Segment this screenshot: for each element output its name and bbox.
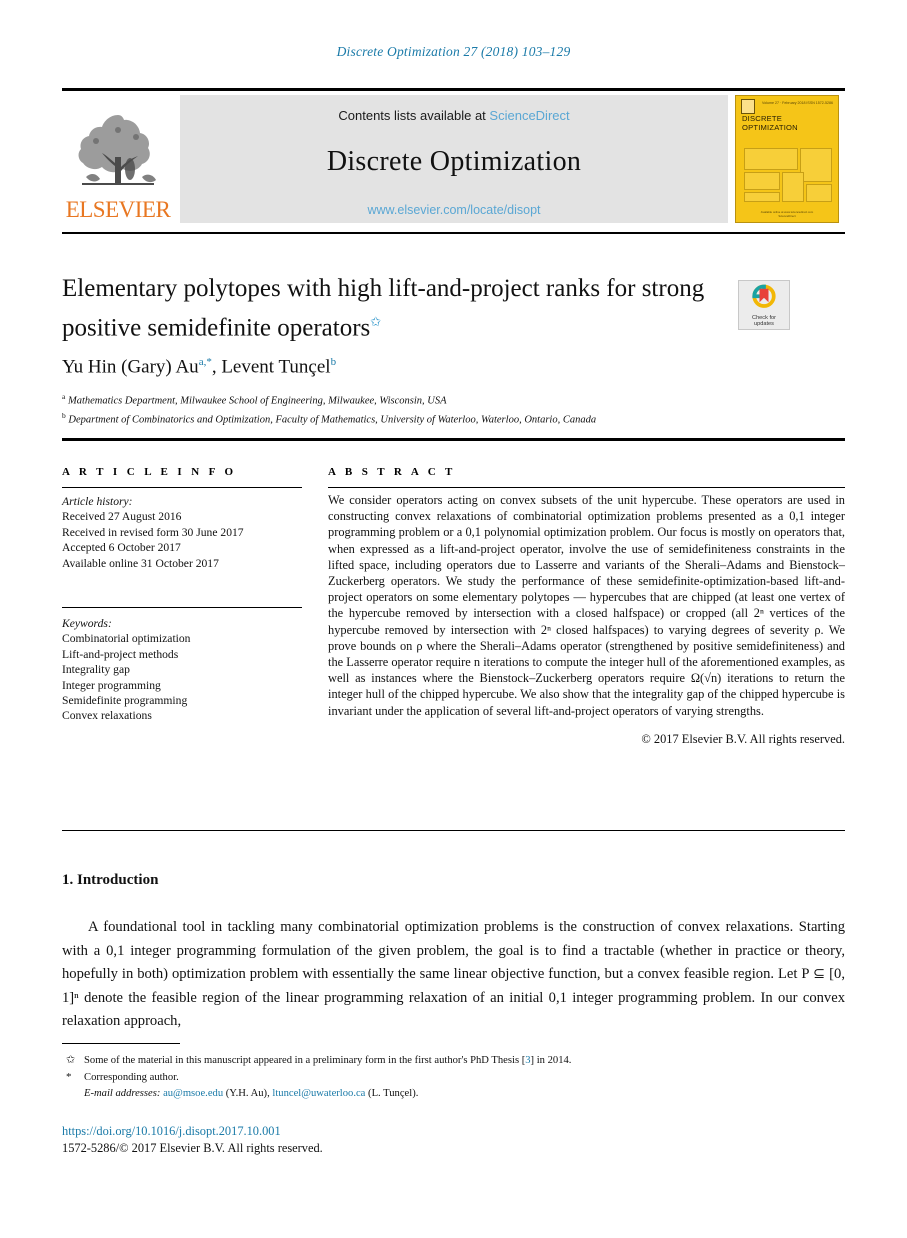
author-list: Yu Hin (Gary) Aua,*, Levent Tunçelb <box>62 356 336 378</box>
keywords-label: Keywords: <box>62 617 112 630</box>
author-1-affil-mark: a,* <box>198 356 212 368</box>
abstract-bottom-rule <box>62 830 845 831</box>
abstract-text: We consider operators acting on convex s… <box>328 493 845 718</box>
keywords-block: Keywords: Combinatorial optimization Lif… <box>62 616 302 724</box>
abstract-copyright: © 2017 Elsevier B.V. All rights reserved… <box>641 731 845 746</box>
footnote-star: ✩ Some of the material in this manuscript… <box>62 1053 845 1070</box>
history-received: Received 27 August 2016 <box>62 510 182 524</box>
doi-link[interactable]: https://doi.org/10.1016/j.disopt.2017.10… <box>62 1124 281 1139</box>
keyword-item: Convex relaxations <box>62 709 152 723</box>
sciencedirect-link[interactable]: ScienceDirect <box>489 108 569 123</box>
contents-available-line: Contents lists available at ScienceDirec… <box>180 108 728 123</box>
email-owner-au: (Y.H. Au), <box>225 1088 270 1099</box>
footnote-separator-rule <box>62 1043 180 1044</box>
keyword-item: Integrality gap <box>62 663 130 677</box>
section-heading-introduction: 1. Introduction <box>62 872 159 888</box>
crossmark-badge[interactable]: Check for updates <box>738 280 790 330</box>
affiliation-a: a Mathematics Department, Milwaukee Scho… <box>62 390 762 409</box>
article-history-block: Article history: Received 27 August 2016… <box>62 494 302 571</box>
cover-top-strip: Volume 27 · February 2018 ISSN 1572-5286 <box>736 96 838 114</box>
cover-issn-line: ISSN 1572-5286 <box>806 101 833 105</box>
history-revised: Received in revised form 30 June 2017 <box>62 525 244 539</box>
keyword-item: Integer programming <box>62 678 161 692</box>
cover-elsevier-mark <box>741 99 755 114</box>
affiliation-b-text: Department of Combinatorics and Optimiza… <box>68 414 597 425</box>
footnote-star-text-after: ] in 2014. <box>530 1055 572 1066</box>
abstract-block: We consider operators acting on convex s… <box>328 492 845 747</box>
keyword-item: Semidefinite programming <box>62 694 188 708</box>
contents-prefix-label: Contents lists available at <box>338 108 486 123</box>
email-link-tuncel[interactable]: ltuncel@uwaterloo.ca <box>272 1088 365 1099</box>
affiliation-b-mark: b <box>62 410 66 420</box>
keywords-top-rule <box>62 607 302 608</box>
corresponding-author-text: Corresponding author. <box>84 1071 179 1083</box>
email-link-au[interactable]: au@msoe.edu <box>163 1088 223 1099</box>
masthead-bottom-rule <box>62 232 845 234</box>
history-accepted: Accepted 6 October 2017 <box>62 541 181 555</box>
affiliation-a-mark: a <box>62 392 66 401</box>
masthead-top-rule <box>62 88 845 91</box>
cover-title-line-1: DISCRETE <box>742 114 782 123</box>
affiliation-list: a Mathematics Department, Milwaukee Scho… <box>62 390 762 427</box>
elsevier-tree-icon <box>78 115 156 185</box>
footnote-corresponding-author: * Corresponding author. <box>62 1070 845 1087</box>
cover-title-line-2: OPTIMIZATION <box>742 123 798 132</box>
introduction-paragraph: A foundational tool in tackling many com… <box>62 919 845 1029</box>
history-available-online: Available online 31 October 2017 <box>62 556 219 570</box>
footnote-block: ✩ Some of the material in this manuscript… <box>62 1053 845 1103</box>
footnote-star-marker: ✩ <box>66 1054 76 1066</box>
journal-title: Discrete Optimization <box>326 146 582 177</box>
email-addresses-label: E-mail addresses: <box>84 1088 161 1099</box>
keyword-item: Lift-and-project methods <box>62 647 179 661</box>
cover-footer: Available online at www.sciencedirect.co… <box>736 210 838 218</box>
affiliation-b: b Department of Combinatorics and Optimi… <box>62 409 762 428</box>
footnote-star-text-before: Some of the material in this manuscript … <box>84 1055 526 1066</box>
keyword-item: Combinatorial optimization <box>62 632 191 646</box>
running-head: Discrete Optimization 27 (2018) 103–129 <box>336 44 571 59</box>
issn-copyright-line: 1572-5286/© 2017 Elsevier B.V. All right… <box>62 1141 323 1155</box>
sciencedirect-banner: Contents lists available at ScienceDirec… <box>180 95 728 223</box>
cover-footer-line-2: ScienceDirect <box>778 214 796 218</box>
footnote-asterisk-marker: * <box>66 1070 72 1083</box>
email-owner-tuncel: (L. Tunçel). <box>368 1088 419 1099</box>
info-section-top-rule <box>62 438 845 441</box>
article-history-label: Article history: <box>62 495 133 508</box>
article-first-page: Discrete Optimization 27 (2018) 103–129 <box>0 0 907 1238</box>
author-separator[interactable]: , Levent Tunçel <box>212 356 331 377</box>
crossmark-icon <box>752 284 776 308</box>
cover-artwork <box>744 148 832 202</box>
page-title: Elementary polytopes with high lift-and-… <box>62 272 722 344</box>
abstract-rule <box>328 487 845 488</box>
author-name-1[interactable]: Yu Hin (Gary) Au <box>62 356 199 377</box>
author-2-affil-mark: b <box>330 356 337 368</box>
cover-volume-line: Volume 27 · February 2018 <box>762 101 806 105</box>
journal-masthead: ELSEVIER Contents lists available at Sci… <box>62 95 845 223</box>
title-footnote-marker[interactable]: ✩ <box>370 314 381 329</box>
affiliation-a-text: Mathematics Department, Milwaukee School… <box>67 395 447 407</box>
abstract-heading: A B S T R A C T <box>328 466 456 478</box>
title-block: Elementary polytopes with high lift-and-… <box>62 272 722 344</box>
crossmark-label-line-2: updates <box>754 321 774 328</box>
paper-title-text: Elementary polytopes with high lift-and-… <box>62 275 705 342</box>
journal-homepage-link[interactable]: www.elsevier.com/locate/disopt <box>180 203 728 217</box>
article-info-rule <box>62 487 302 488</box>
elsevier-logo: ELSEVIER <box>62 95 174 223</box>
article-info-heading: A R T I C L E I N F O <box>62 466 237 478</box>
journal-cover-thumbnail: Volume 27 · February 2018 ISSN 1572-5286… <box>735 95 839 223</box>
elsevier-wordmark: ELSEVIER <box>65 197 171 222</box>
footnote-emails: E-mail addresses: au@msoe.edu (Y.H. Au),… <box>62 1086 845 1103</box>
